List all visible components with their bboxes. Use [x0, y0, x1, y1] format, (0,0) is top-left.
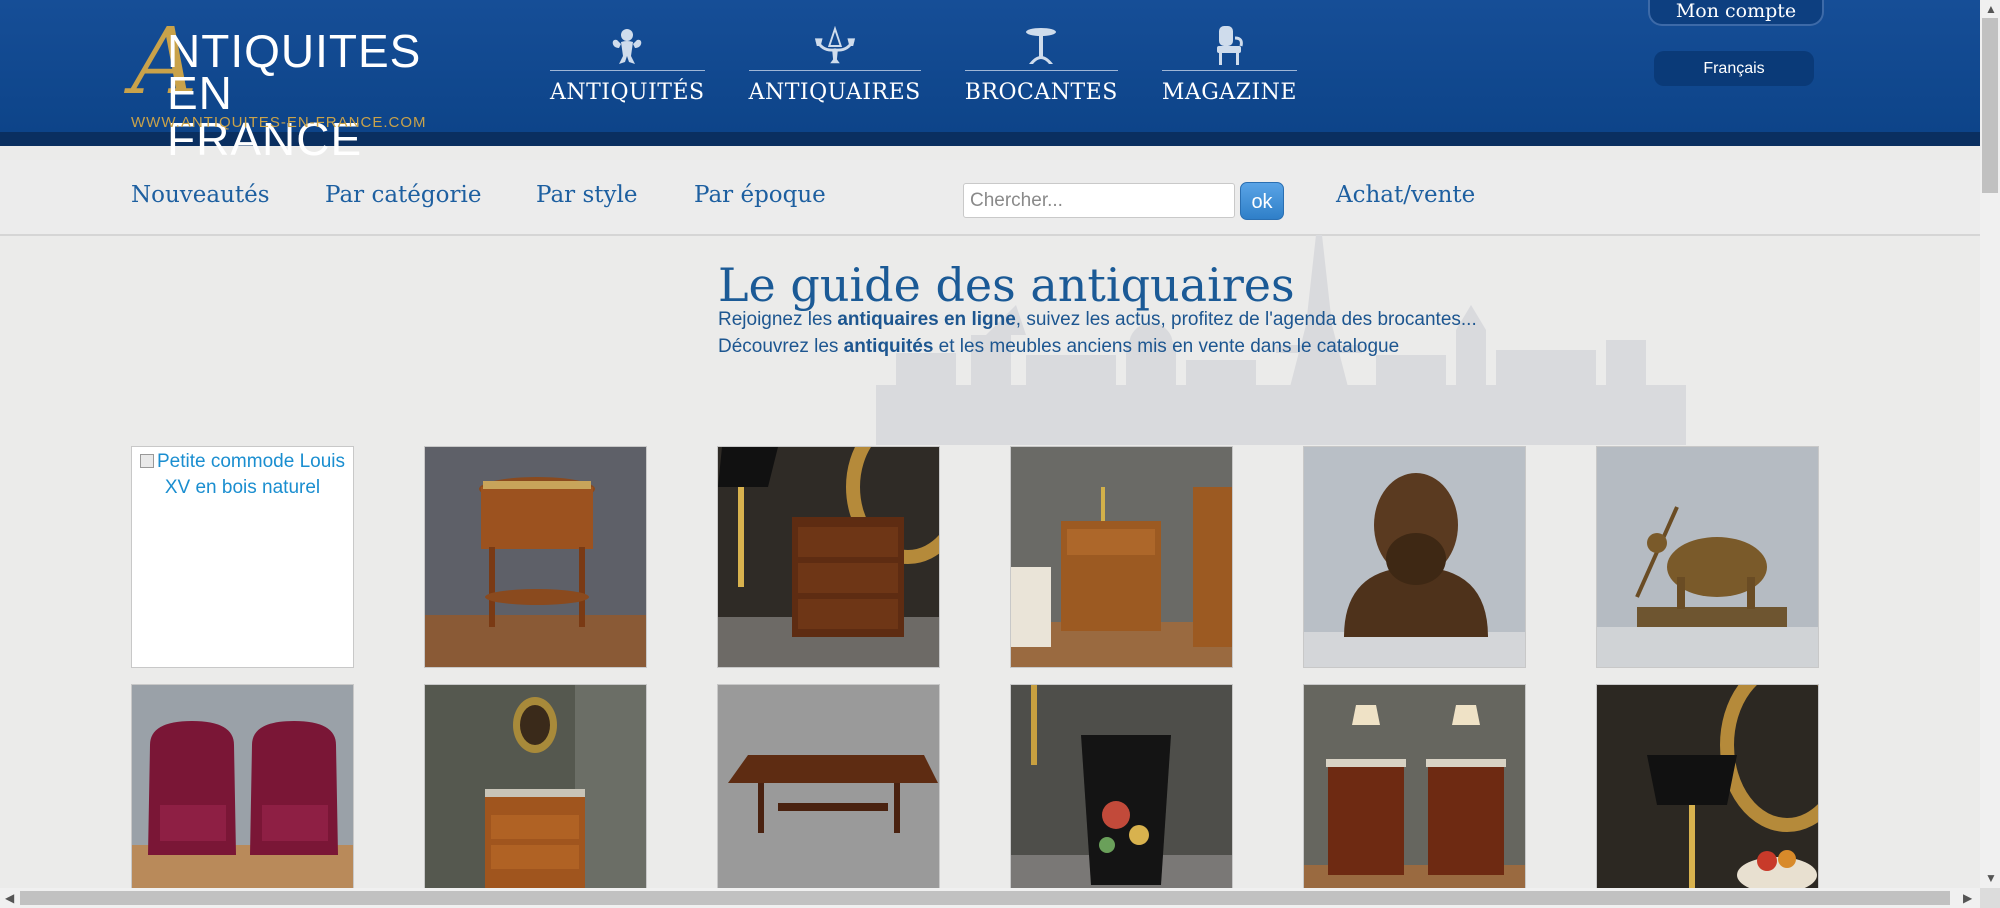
account-button[interactable]: Mon compte: [1648, 0, 1824, 26]
main-nav-label: ANTIQUAIRES: [748, 80, 921, 105]
hero-intro-line1: Rejoignez les antiquaires en ligne, suiv…: [718, 309, 1477, 330]
product-tile[interactable]: [717, 684, 940, 888]
chair-icon: [1207, 22, 1251, 66]
product-image: [1304, 447, 1525, 667]
broken-image-icon: [140, 454, 154, 468]
link-antiquites[interactable]: antiquités: [844, 336, 934, 357]
product-image: [1011, 447, 1232, 667]
scrollbar-corner: [1980, 888, 2000, 908]
product-image-alt: Petite commode Louis XV en bois naturel: [157, 451, 345, 498]
product-tile[interactable]: [717, 446, 940, 668]
main-nav-label: MAGAZINE: [1161, 80, 1297, 105]
product-tile[interactable]: [1303, 446, 1526, 668]
product-tile[interactable]: [1010, 446, 1233, 668]
scroll-down-arrow-icon[interactable]: ▼: [1985, 872, 1997, 884]
product-grid: Petite commode Louis XV en bois naturel: [131, 446, 1821, 888]
product-image: [718, 447, 939, 667]
subnav-achat-vente[interactable]: Achat/vente: [1336, 182, 1475, 208]
product-image: [1597, 685, 1818, 888]
subnav-nouveautes[interactable]: Nouveautés: [131, 182, 270, 208]
product-tile[interactable]: [424, 446, 647, 668]
vertical-scrollbar[interactable]: ▲ ▼: [1980, 0, 2000, 888]
main-nav-antiquites[interactable]: ANTIQUITÉS: [550, 22, 705, 105]
scroll-left-arrow-icon[interactable]: ◀: [5, 892, 14, 904]
product-image: [1304, 685, 1525, 888]
product-image: [425, 685, 646, 888]
product-tile[interactable]: [1596, 446, 1819, 668]
product-tile[interactable]: [1303, 684, 1526, 888]
site-logo[interactable]: A NTIQUITES EN FRANCE WWW.ANTIQUITES-EN-…: [131, 16, 441, 163]
horizontal-scrollbar[interactable]: ◀ ▶: [0, 888, 1980, 908]
product-tile[interactable]: [1010, 684, 1233, 888]
subnav-par-epoque[interactable]: Par époque: [694, 182, 826, 208]
main-nav-label: ANTIQUITÉS: [550, 80, 705, 105]
main-nav: ANTIQUITÉS ANTIQUAIRES BROCANTES MAGAZIN…: [550, 22, 1341, 105]
hero-intro-line2: Découvrez les antiquités et les meubles …: [718, 336, 1400, 357]
product-tile[interactable]: [424, 684, 647, 888]
pedestal-table-icon: [1019, 22, 1063, 66]
product-tile[interactable]: [131, 684, 354, 888]
subnav-par-categorie[interactable]: Par catégorie: [325, 182, 481, 208]
site-header: A NTIQUITES EN FRANCE WWW.ANTIQUITES-EN-…: [0, 0, 1980, 163]
main-nav-label: BROCANTES: [964, 80, 1118, 105]
search-ok-button[interactable]: ok: [1240, 182, 1284, 220]
language-selector[interactable]: Français: [1654, 51, 1814, 86]
product-image: [425, 447, 646, 667]
scroll-up-arrow-icon[interactable]: ▲: [1985, 3, 1997, 15]
subnav-par-style[interactable]: Par style: [536, 182, 637, 208]
logo-url: WWW.ANTIQUITES-EN-FRANCE.COM: [131, 114, 427, 131]
main-nav-magazine[interactable]: MAGAZINE: [1161, 22, 1297, 105]
main-nav-antiquaires[interactable]: ANTIQUAIRES: [748, 22, 921, 105]
vertical-scrollbar-thumb[interactable]: [1982, 18, 1998, 193]
scroll-right-arrow-icon[interactable]: ▶: [1963, 892, 1972, 904]
link-antiquaires-en-ligne[interactable]: antiquaires en ligne: [837, 309, 1015, 330]
product-tile[interactable]: [1596, 684, 1819, 888]
product-image: [718, 685, 939, 888]
product-image: [1011, 685, 1232, 888]
main-nav-brocantes[interactable]: BROCANTES: [964, 22, 1118, 105]
search-input[interactable]: [963, 183, 1235, 218]
product-image: [1597, 447, 1818, 667]
secondary-nav: Nouveautés Par catégorie Par style Par é…: [0, 160, 1980, 236]
product-tile[interactable]: Petite commode Louis XV en bois naturel: [131, 446, 354, 668]
page-title: Le guide des antiquaires: [718, 258, 1295, 312]
cherub-icon: [605, 22, 649, 66]
product-image: [132, 685, 353, 888]
horizontal-scrollbar-thumb[interactable]: [20, 891, 1950, 905]
chandelier-icon: [813, 22, 857, 66]
